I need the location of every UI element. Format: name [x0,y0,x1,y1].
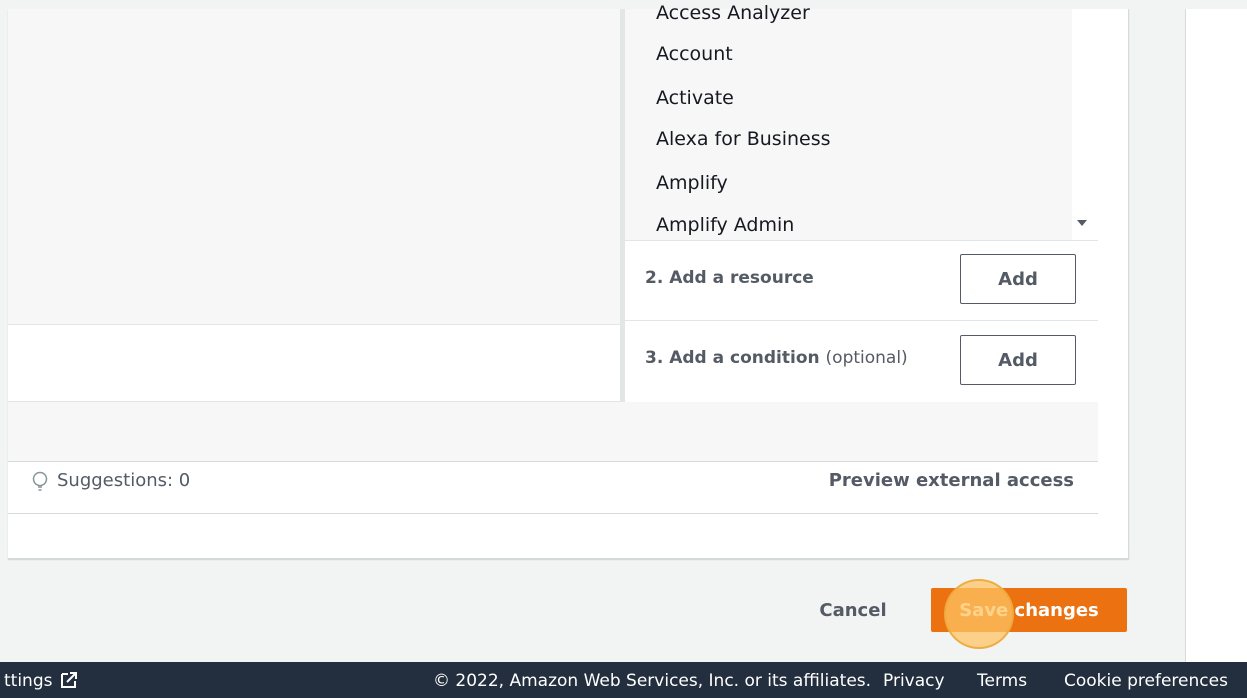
lightbulb-icon [32,471,48,491]
add-resource-button[interactable]: Add [960,254,1076,304]
service-item-account[interactable]: Account [656,43,733,65]
policy-json-editor[interactable] [8,9,622,324]
add-resource-label: 2. Add a resource [645,268,814,288]
click-indicator [944,579,1014,649]
page-top-strip [0,0,1247,9]
right-rail [1185,9,1247,662]
service-list-scrollbar[interactable] [1072,9,1098,240]
editor-row [8,324,622,402]
preview-external-access-button[interactable]: Preview external access [829,470,1074,491]
service-item-amplify-admin[interactable]: Amplify Admin [656,214,794,236]
add-condition-button[interactable]: Add [960,335,1076,385]
page-footer: ttings © 2022, Amazon Web Services, Inc.… [0,662,1247,698]
service-item-access-analyzer[interactable]: Access Analyzer [656,2,810,24]
suggestions-count[interactable]: Suggestions: 0 [57,470,190,491]
external-link-icon[interactable] [60,671,78,689]
service-item-alexa-for-business[interactable]: Alexa for Business [656,128,831,150]
scroll-down-arrow-icon[interactable] [1077,220,1087,226]
footer-cookie-preferences-link[interactable]: Cookie preferences [1064,671,1228,691]
footer-privacy-link[interactable]: Privacy [883,671,945,691]
add-resource-section: 2. Add a resource Add [625,240,1098,321]
add-condition-section: 3. Add a condition (optional) Add [625,320,1098,402]
footer-settings-link[interactable]: ttings [4,671,52,691]
service-item-activate[interactable]: Activate [656,87,734,109]
add-condition-label: 3. Add a condition (optional) [645,348,908,368]
service-item-amplify[interactable]: Amplify [656,172,728,194]
cancel-button[interactable]: Cancel [800,588,906,632]
footer-copyright: © 2022, Amazon Web Services, Inc. or its… [433,671,872,691]
add-condition-label-text: 3. Add a condition [645,348,820,368]
footer-terms-link[interactable]: Terms [977,671,1027,691]
optional-label: (optional) [825,348,908,368]
editor-bottom-band [8,401,1098,462]
